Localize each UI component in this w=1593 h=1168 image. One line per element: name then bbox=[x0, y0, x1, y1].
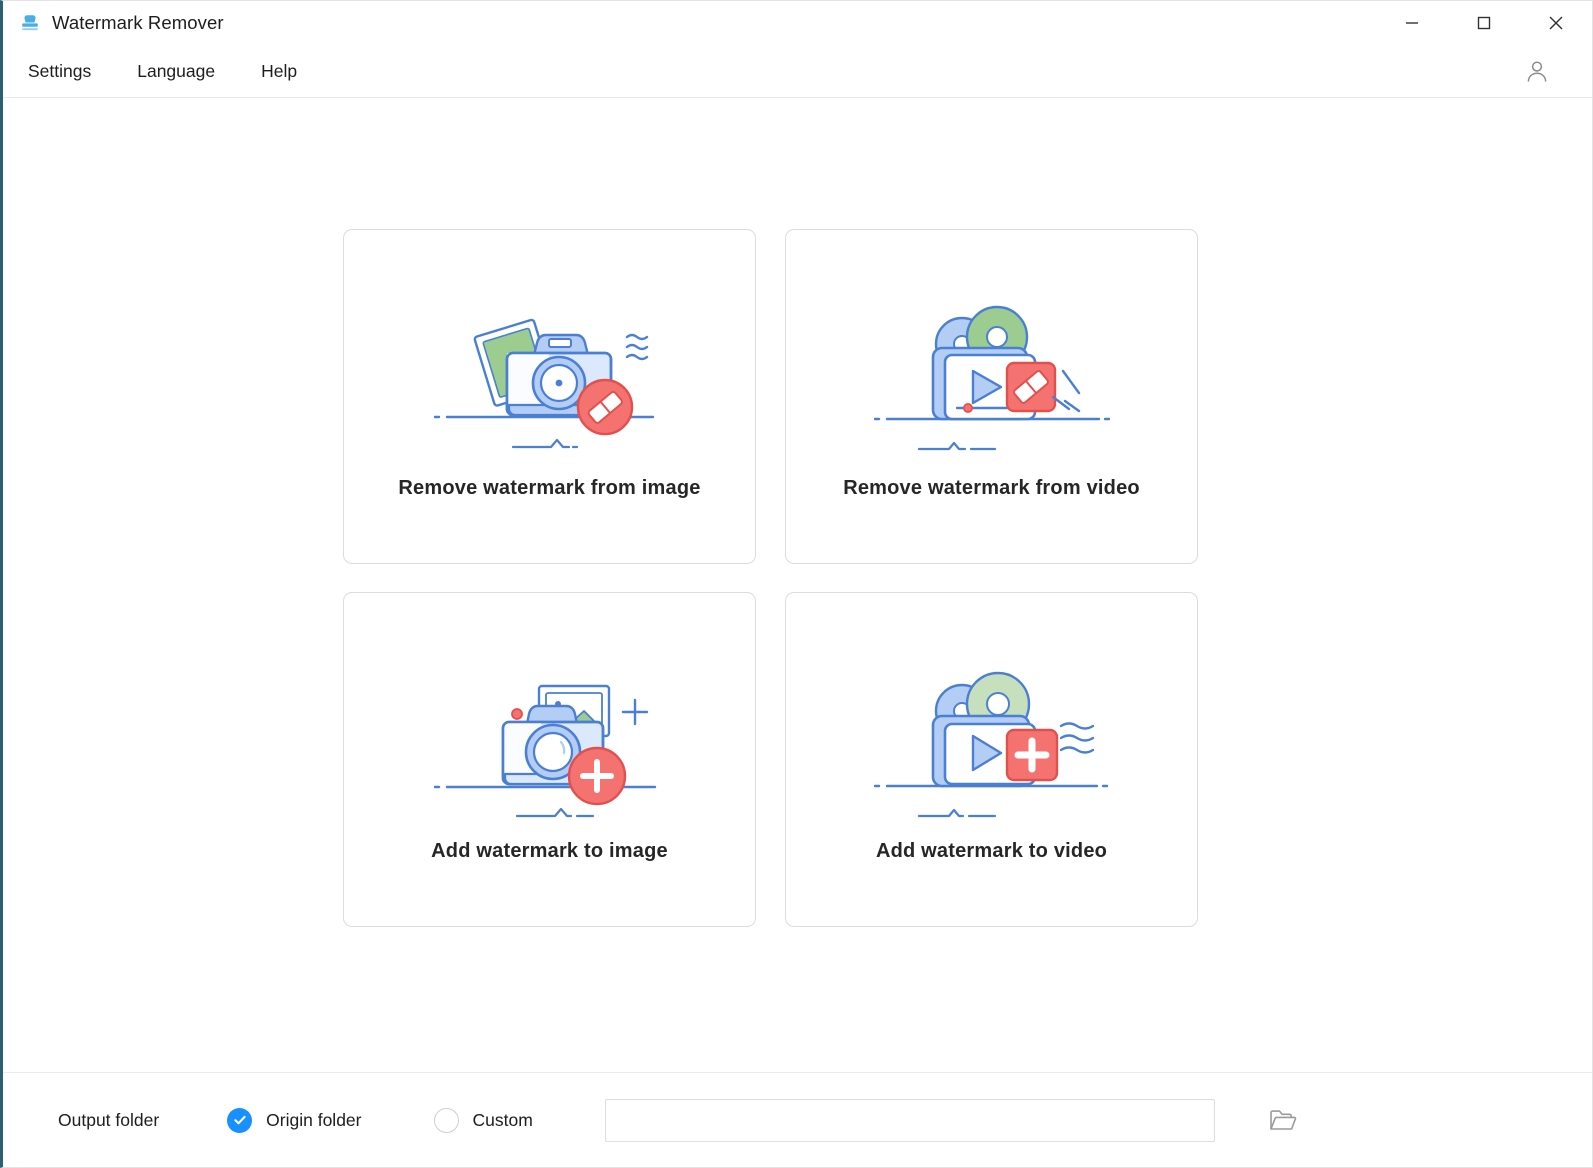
maximize-button[interactable] bbox=[1448, 1, 1520, 45]
open-folder-icon[interactable] bbox=[1265, 1102, 1301, 1138]
radio-origin-folder-label: Origin folder bbox=[266, 1109, 362, 1130]
camera-photo-eraser-illustration bbox=[420, 298, 680, 463]
card-label: Remove watermark from video bbox=[843, 477, 1140, 499]
menu-bar: Settings Language Help bbox=[3, 45, 1592, 98]
card-label: Add watermark to video bbox=[875, 840, 1108, 862]
title-bar-left: Watermark Remover bbox=[3, 12, 224, 34]
card-add-watermark-to-image[interactable]: Add watermark to image bbox=[343, 592, 756, 927]
title-bar: Watermark Remover bbox=[3, 1, 1592, 45]
output-folder-bar: Output folder Origin folder Custom bbox=[3, 1072, 1592, 1167]
video-player-plus-illustration bbox=[862, 661, 1122, 826]
menu-item-language[interactable]: Language bbox=[133, 55, 233, 88]
radio-custom-folder-label: Custom bbox=[472, 1109, 533, 1130]
window-title: Watermark Remover bbox=[52, 12, 224, 33]
minimize-button[interactable] bbox=[1376, 1, 1448, 45]
card-label: Add watermark to image bbox=[431, 840, 668, 862]
feature-cards-grid: Remove watermark from image Remove water… bbox=[343, 229, 1198, 927]
card-remove-watermark-from-video[interactable]: Remove watermark from video bbox=[785, 229, 1198, 564]
radio-custom-folder[interactable]: Custom bbox=[433, 1107, 533, 1133]
card-add-watermark-to-video[interactable]: Add watermark to video bbox=[785, 592, 1198, 927]
output-folder-label: Output folder bbox=[58, 1109, 160, 1130]
application-window: Watermark Remover Settings Language Help… bbox=[0, 0, 1593, 1168]
card-remove-watermark-from-image[interactable]: Remove watermark from image bbox=[343, 229, 756, 564]
custom-path-input[interactable] bbox=[604, 1098, 1215, 1142]
video-player-eraser-illustration bbox=[862, 298, 1122, 463]
radio-unselected-circle-icon bbox=[433, 1107, 459, 1133]
camera-photo-plus-illustration bbox=[420, 661, 680, 826]
close-button[interactable] bbox=[1520, 1, 1592, 45]
radio-origin-folder[interactable]: Origin folder bbox=[227, 1107, 362, 1133]
menu-item-help[interactable]: Help bbox=[257, 55, 315, 88]
user-account-icon[interactable] bbox=[1520, 54, 1554, 88]
window-controls bbox=[1376, 1, 1592, 45]
stamp-icon bbox=[19, 12, 41, 34]
main-content: Remove watermark from image Remove water… bbox=[3, 98, 1592, 1072]
menu-item-settings[interactable]: Settings bbox=[24, 55, 109, 88]
card-label: Remove watermark from image bbox=[398, 477, 701, 499]
radio-selected-check-icon bbox=[227, 1107, 253, 1133]
